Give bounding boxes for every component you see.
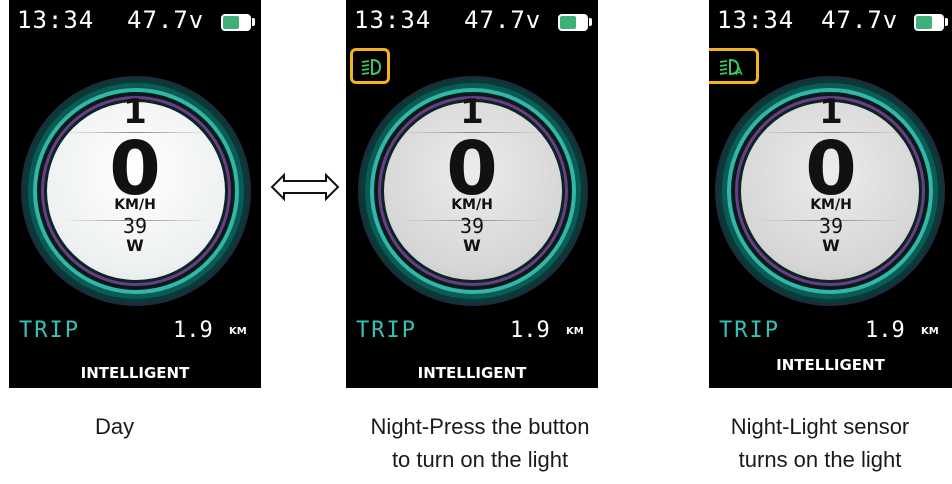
auto-headlight-icon (719, 58, 743, 76)
power-unit: W (463, 236, 481, 255)
clock: 13:34 (17, 6, 95, 34)
battery-icon (221, 14, 251, 31)
trip-label: TRIP (719, 318, 780, 343)
speed-unit: KM/H (114, 197, 156, 213)
trip-value: 1.9 (865, 318, 905, 343)
display-night-manual: 13:34 47.7v 1 0 KM/H 39 W TRIP 1.9 KM IN… (346, 0, 598, 388)
battery-voltage: 47.7v (821, 6, 899, 34)
caption-night-manual: Night-Press the button to turn on the li… (370, 414, 590, 472)
speed-unit: KM/H (451, 197, 493, 213)
speed-value: 0 (805, 126, 857, 212)
battery-voltage: 47.7v (464, 6, 542, 34)
battery-icon (914, 14, 944, 31)
caption-day: Day (95, 414, 135, 439)
riding-mode[interactable]: INTELLIGENT (9, 364, 261, 382)
speed-value: 0 (446, 126, 498, 212)
battery-icon (558, 14, 588, 31)
trip-value: 1.9 (173, 318, 213, 343)
speed-unit: KM/H (810, 197, 852, 213)
trip-label: TRIP (356, 318, 417, 343)
caption-night-auto: Night-Light sensor turns on the light (730, 414, 910, 472)
trip-value: 1.9 (510, 318, 550, 343)
riding-mode[interactable]: INTELLIGENT (709, 356, 952, 374)
headlight-icon (361, 58, 382, 76)
trip-unit: KM (229, 326, 247, 337)
power-value: 39 (459, 214, 485, 238)
clock: 13:34 (717, 6, 795, 34)
display-night-auto: 13:34 47.7v 1 0 KM/H 39 W TRIP 1.9 KM IN… (709, 0, 952, 388)
trip-label: TRIP (19, 318, 80, 343)
display-day: 13:34 47.7v 1 0 KM/H 39 W TRIP 1.9 KM IN… (9, 0, 261, 388)
power-value: 39 (122, 214, 148, 238)
power-unit: W (822, 236, 840, 255)
light-indicator-highlight[interactable] (709, 48, 759, 84)
light-indicator-highlight[interactable] (350, 48, 390, 84)
double-arrow-icon (270, 172, 340, 202)
trip-unit: KM (566, 326, 584, 337)
clock: 13:34 (354, 6, 432, 34)
battery-voltage: 47.7v (127, 6, 205, 34)
power-value: 39 (818, 214, 844, 238)
power-unit: W (126, 236, 144, 255)
riding-mode[interactable]: INTELLIGENT (346, 364, 598, 382)
speed-value: 0 (109, 126, 161, 212)
trip-unit: KM (921, 326, 939, 337)
